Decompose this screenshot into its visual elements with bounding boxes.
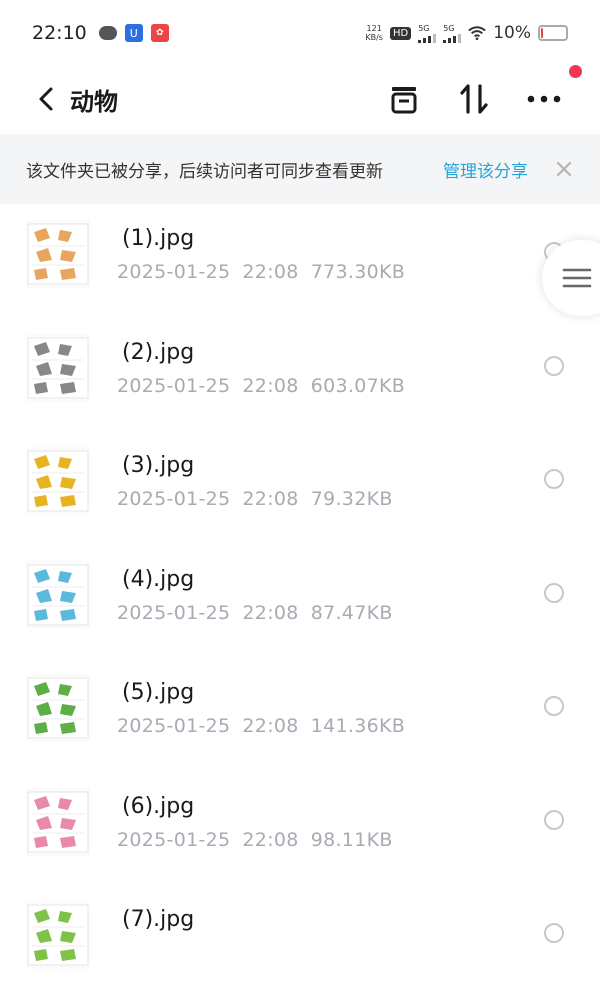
battery-icon bbox=[538, 25, 568, 41]
back-button[interactable] bbox=[26, 77, 66, 121]
share-banner-text: 该文件夹已被分享，后续访问者可同步查看更新 bbox=[26, 161, 383, 182]
select-radio[interactable] bbox=[544, 582, 564, 603]
signal-1-icon: 5G bbox=[418, 23, 437, 43]
file-meta: 2025-01-25 22:08 141.36KB bbox=[117, 715, 405, 737]
file-name: (7).jpg bbox=[122, 907, 195, 932]
file-meta: 2025-01-25 22:08 98.11KB bbox=[117, 829, 393, 851]
share-banner: 该文件夹已被分享，后续访问者可同步查看更新 管理该分享 bbox=[0, 134, 600, 204]
status-time: 22:10 bbox=[32, 22, 87, 44]
select-radio[interactable] bbox=[544, 696, 564, 716]
close-banner-button[interactable] bbox=[554, 159, 574, 179]
app-badge-icon: ✿ bbox=[150, 24, 169, 42]
file-size: 603.07KB bbox=[310, 374, 406, 397]
file-thumbnail bbox=[26, 901, 90, 969]
notification-dot bbox=[569, 65, 582, 78]
manage-share-link[interactable]: 管理该分享 bbox=[443, 157, 528, 182]
sort-icon bbox=[460, 84, 488, 114]
file-row[interactable]: (2).jpg 2025-01-25 22:08 603.07KB bbox=[0, 318, 600, 432]
file-row[interactable]: (4).jpg 2025-01-25 22:08 87.47KB bbox=[0, 545, 600, 659]
page-title: 动物 bbox=[70, 87, 118, 116]
file-date: 2025-01-25 bbox=[117, 601, 231, 624]
select-radio[interactable] bbox=[544, 923, 564, 943]
file-meta: 2025-01-25 22:08 87.47KB bbox=[117, 602, 393, 624]
file-size: 87.47KB bbox=[310, 601, 393, 624]
notification-icons: U ✿ bbox=[98, 24, 169, 42]
file-name: (5).jpg bbox=[122, 680, 195, 705]
file-meta: 2025-01-25 22:08 603.07KB bbox=[117, 375, 405, 397]
battery-fill bbox=[541, 28, 543, 38]
select-radio[interactable] bbox=[544, 469, 564, 489]
status-bar: 22:10 U ✿ 121 KB/s HD 5G 5G 10% bbox=[0, 0, 600, 66]
net-speed-value: 121 bbox=[366, 24, 382, 33]
file-thumbnail bbox=[26, 787, 90, 856]
file-name: (4).jpg bbox=[122, 566, 195, 592]
app-notification-icon: U bbox=[124, 24, 143, 42]
sim2-label: 5G bbox=[443, 23, 455, 33]
file-thumbnail bbox=[26, 220, 90, 288]
hd-badge: HD bbox=[389, 26, 412, 40]
file-row[interactable]: (1).jpg 2025-01-25 22:08 773.30KB bbox=[0, 204, 600, 318]
status-right: 121 KB/s HD 5G 5G 10% bbox=[365, 23, 568, 43]
file-row[interactable]: (3).jpg 2025-01-25 22:08 79.32KB bbox=[0, 431, 600, 545]
file-time: 22:08 bbox=[242, 374, 299, 397]
archive-icon bbox=[391, 87, 417, 114]
file-thumbnail bbox=[26, 674, 90, 742]
wechat-icon bbox=[98, 24, 117, 42]
more-icon bbox=[527, 95, 561, 103]
file-name: (6).jpg bbox=[122, 793, 195, 819]
archive-button[interactable] bbox=[386, 79, 422, 119]
file-row[interactable]: (6).jpg 2025-01-25 22:08 98.11KB bbox=[0, 772, 600, 886]
file-size: 141.36KB bbox=[310, 715, 406, 737]
file-time: 22:08 bbox=[242, 601, 299, 624]
file-date: 2025-01-25 bbox=[117, 828, 231, 851]
net-speed: 121 KB/s bbox=[365, 24, 383, 42]
chevron-left-icon bbox=[39, 87, 53, 111]
file-time: 22:08 bbox=[242, 488, 299, 510]
file-time: 22:08 bbox=[242, 715, 299, 737]
sim1-label: 5G bbox=[418, 23, 430, 33]
nav-actions bbox=[386, 65, 582, 119]
file-time: 22:08 bbox=[242, 828, 299, 851]
sort-button[interactable] bbox=[456, 79, 492, 119]
file-name: (2).jpg bbox=[122, 339, 195, 365]
more-button[interactable] bbox=[526, 65, 582, 119]
file-size: 773.30KB bbox=[310, 261, 406, 283]
file-size: 79.32KB bbox=[310, 488, 393, 510]
file-row[interactable]: (7).jpg bbox=[0, 885, 600, 999]
signal-2-icon: 5G bbox=[443, 23, 462, 43]
file-meta: 2025-01-25 22:08 79.32KB bbox=[117, 488, 393, 510]
file-date: 2025-01-25 bbox=[117, 715, 231, 737]
file-name: (3).jpg bbox=[122, 453, 195, 478]
file-time: 22:08 bbox=[242, 261, 299, 283]
file-name: (1).jpg bbox=[122, 226, 195, 251]
file-date: 2025-01-25 bbox=[117, 374, 231, 397]
file-list: (1).jpg 2025-01-25 22:08 773.30KB (2).jpg 202… bbox=[0, 204, 600, 999]
close-icon bbox=[556, 161, 572, 177]
file-thumbnail bbox=[26, 560, 90, 629]
select-radio[interactable] bbox=[544, 809, 564, 830]
file-meta: 2025-01-25 22:08 773.30KB bbox=[117, 261, 405, 283]
file-date: 2025-01-25 bbox=[117, 261, 231, 283]
select-radio[interactable] bbox=[544, 355, 564, 376]
nav-bar: 动物 bbox=[0, 65, 600, 132]
file-date: 2025-01-25 bbox=[117, 488, 231, 510]
menu-icon bbox=[562, 268, 592, 288]
file-row[interactable]: (5).jpg 2025-01-25 22:08 141.36KB bbox=[0, 658, 600, 772]
net-speed-unit: KB/s bbox=[365, 33, 383, 42]
wifi-icon bbox=[468, 24, 486, 42]
battery-percent: 10% bbox=[493, 23, 531, 43]
file-thumbnail bbox=[26, 447, 90, 515]
file-size: 98.11KB bbox=[310, 828, 393, 851]
file-thumbnail bbox=[26, 333, 90, 402]
